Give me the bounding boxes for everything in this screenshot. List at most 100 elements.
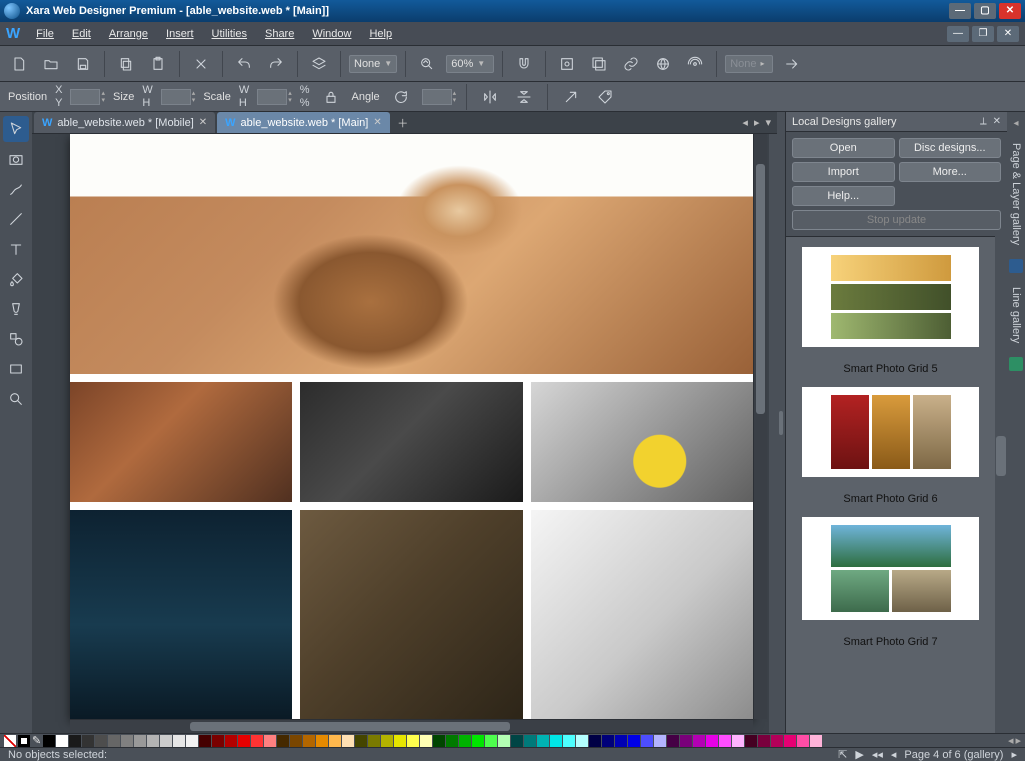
color-swatch[interactable] [628,735,640,747]
dock-shape-icon[interactable] [1009,357,1023,371]
menu-arrange[interactable]: Arrange [101,26,156,42]
position-x-field[interactable]: ▴▾ [70,89,105,105]
color-swatch[interactable] [69,735,81,747]
redo-button[interactable] [263,51,289,77]
palette-scroll-left[interactable]: ◂ [1008,734,1014,747]
color-swatch[interactable] [719,735,731,747]
color-swatch[interactable] [654,735,666,747]
line-tool[interactable] [3,206,29,232]
tab-menu[interactable]: ▾ [765,116,771,129]
window-maximize-button[interactable]: ▢ [974,3,996,19]
canvas[interactable] [32,134,777,733]
paste-button[interactable] [145,51,171,77]
page-prev-button[interactable]: ◂◂ [872,748,883,761]
gallery-item-5[interactable] [802,247,979,347]
dock-tab-pagelayer[interactable]: Page & Layer gallery [1010,139,1022,249]
color-swatch[interactable] [732,735,744,747]
gallery-list[interactable]: Smart Photo Grid 5 Smart Photo Grid 6 Sm… [786,236,995,733]
color-swatch[interactable] [524,735,536,747]
color-swatch[interactable] [706,735,718,747]
gallery-more-button[interactable]: More... [899,162,1002,182]
rotate-button[interactable] [388,84,414,110]
gallery-close-icon[interactable]: ✕ [993,116,1001,127]
delete-button[interactable] [188,51,214,77]
color-swatch[interactable] [472,735,484,747]
tab-mobile[interactable]: Wable_website.web * [Mobile]✕ [34,112,215,133]
menu-share[interactable]: Share [257,26,302,42]
color-swatch[interactable] [459,735,471,747]
gallery-item-6[interactable] [802,387,979,477]
preview-button[interactable] [554,51,580,77]
names-tag-button[interactable] [592,84,618,110]
save-button[interactable] [70,51,96,77]
tab-scroll-left[interactable]: ◂ [742,116,748,129]
dock-color-icon[interactable] [1009,259,1023,273]
color-swatch[interactable] [680,735,692,747]
color-swatch[interactable] [485,735,497,747]
transparency-tool[interactable] [3,296,29,322]
color-swatch[interactable] [342,735,354,747]
link-button[interactable] [618,51,644,77]
export-web-button[interactable] [650,51,676,77]
zoom-dropdown[interactable]: 60%▼ [446,55,494,73]
color-swatch[interactable] [95,735,107,747]
color-swatch[interactable] [82,735,94,747]
angle-field[interactable]: ▴▾ [422,89,457,105]
color-swatch[interactable] [56,735,68,747]
dock-expand-icon[interactable]: ◂ [1013,118,1018,129]
color-swatch[interactable] [264,735,276,747]
selector-tool[interactable] [3,116,29,142]
gallery-disc-button[interactable]: Disc designs... [899,138,1002,158]
color-swatch[interactable] [381,735,393,747]
menu-utilities[interactable]: Utilities [204,26,255,42]
color-swatch[interactable] [602,735,614,747]
color-swatch[interactable] [121,735,133,747]
photo-tool[interactable] [3,146,29,172]
color-swatch[interactable] [797,735,809,747]
scale-line-button[interactable] [558,84,584,110]
color-swatch[interactable] [355,735,367,747]
gallery-item-7[interactable] [802,517,979,620]
color-swatch[interactable] [576,735,588,747]
close-icon[interactable]: ✕ [199,117,207,128]
photo-cell-2[interactable] [300,382,522,502]
zoom-prev-button[interactable] [414,51,440,77]
zoom-tool[interactable] [3,386,29,412]
color-swatch[interactable] [641,735,653,747]
freehand-tool[interactable] [3,176,29,202]
photo-cell-1[interactable] [70,382,292,502]
color-swatch[interactable] [589,735,601,747]
new-button[interactable] [6,51,32,77]
color-swatch[interactable] [498,735,510,747]
open-button[interactable] [38,51,64,77]
shape-tool[interactable] [3,326,29,352]
color-swatch[interactable] [667,735,679,747]
photo-cell-5[interactable] [300,510,522,719]
gallery-scrollbar[interactable] [995,236,1007,733]
mdi-close-button[interactable]: ✕ [997,26,1019,42]
palette-edit-icon[interactable]: ✎ [32,734,41,747]
color-swatch[interactable] [446,735,458,747]
lock-aspect-button[interactable] [318,84,344,110]
flip-v-button[interactable] [511,84,537,110]
scale-w-field[interactable]: ▴▾ [257,89,292,105]
no-color-swatch[interactable] [4,735,16,747]
color-swatch[interactable] [134,735,146,747]
fill-tool[interactable] [3,266,29,292]
mdi-restore-button[interactable]: ❐ [972,26,994,42]
color-swatch[interactable] [407,735,419,747]
window-minimize-button[interactable]: — [949,3,971,19]
new-tab-button[interactable]: ＋ [392,112,414,133]
size-w-field[interactable]: ▴▾ [161,89,196,105]
color-swatch[interactable] [550,735,562,747]
color-swatch[interactable] [511,735,523,747]
color-swatch[interactable] [290,735,302,747]
fillmode-dropdown[interactable]: None▼ [349,55,397,73]
text-tool[interactable] [3,236,29,262]
menu-window[interactable]: Window [304,26,359,42]
color-swatch[interactable] [147,735,159,747]
palette-scroll-right[interactable]: ▸ [1015,734,1021,747]
color-swatch[interactable] [563,735,575,747]
close-icon[interactable]: ✕ [373,117,381,128]
color-swatch[interactable] [537,735,549,747]
